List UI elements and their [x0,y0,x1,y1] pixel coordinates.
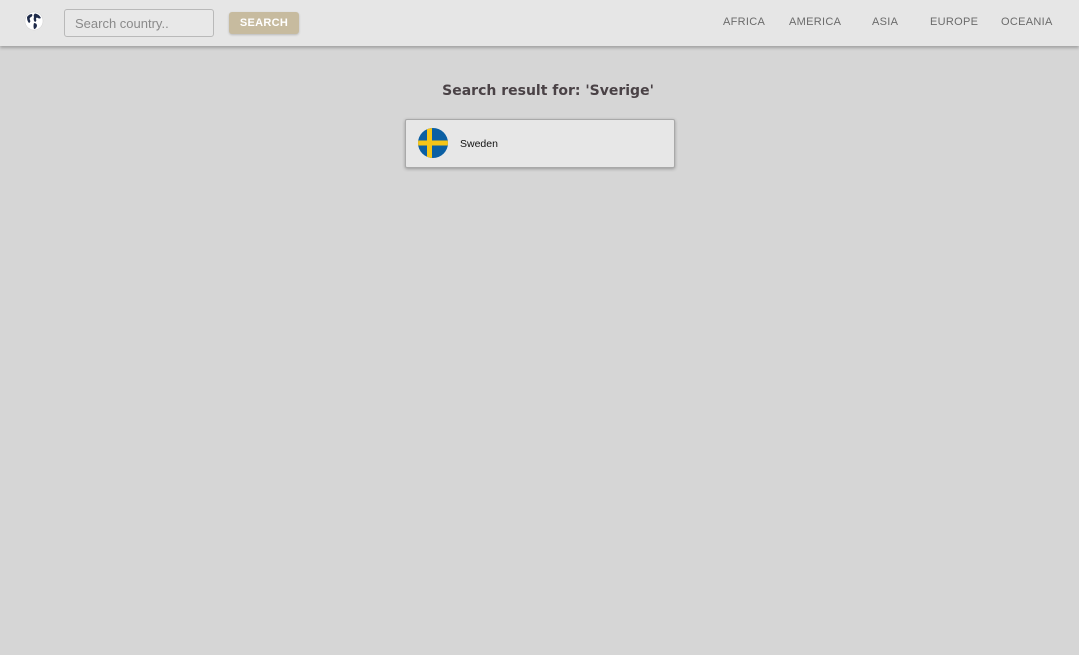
result-card-sweden[interactable]: Sweden [405,119,675,168]
top-navbar: SEARCH AFRICA AMERICA ASIA EUROPE OCEANI… [0,0,1079,46]
search-result-title: Search result for: 'Sverige' [442,83,654,99]
nav-link-america[interactable]: AMERICA [789,16,841,28]
globe-icon[interactable] [24,11,44,31]
nav-link-oceania[interactable]: OCEANIA [1001,16,1053,28]
search-input[interactable] [64,9,214,37]
search-button[interactable]: SEARCH [229,12,299,34]
country-name: Sweden [460,138,498,150]
nav-link-asia[interactable]: ASIA [872,16,898,28]
nav-link-europe[interactable]: EUROPE [930,16,978,28]
nav-link-africa[interactable]: AFRICA [723,16,765,28]
sweden-flag-icon [418,128,448,158]
